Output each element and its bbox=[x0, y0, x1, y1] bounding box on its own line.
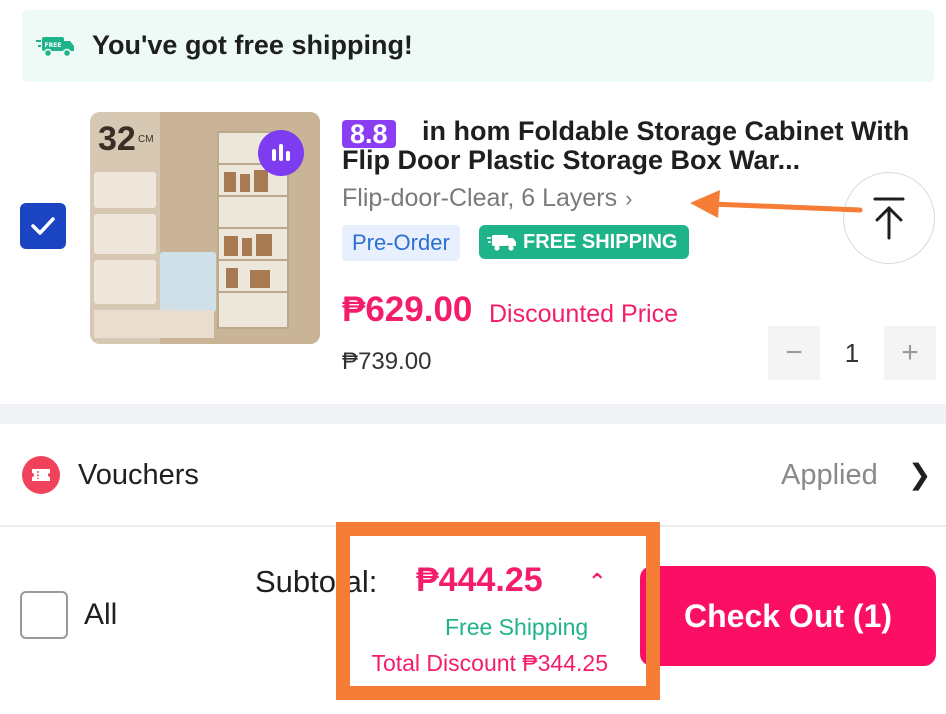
quantity-stepper: − 1 + bbox=[768, 326, 936, 380]
voucher-ticket-icon bbox=[22, 456, 60, 494]
truck-icon bbox=[487, 235, 516, 251]
product-title[interactable]: in hom Foldable Storage Cabinet With Fli… bbox=[342, 117, 932, 175]
checkout-button[interactable]: Check Out (1) bbox=[640, 566, 936, 666]
quantity-value[interactable]: 1 bbox=[820, 326, 884, 380]
section-divider bbox=[0, 404, 946, 424]
truck-icon-text: FREE bbox=[45, 42, 62, 49]
select-all-label[interactable]: All bbox=[84, 598, 117, 632]
increment-button[interactable]: + bbox=[884, 326, 936, 380]
free-shipping-banner: FREE You've got free shipping! bbox=[22, 10, 934, 82]
item-checkbox[interactable] bbox=[20, 203, 66, 249]
free-shipping-truck-icon: FREE bbox=[36, 37, 74, 58]
variant-selector[interactable]: Flip-door-Clear, 6 Layers › bbox=[342, 184, 632, 213]
chevron-right-icon[interactable]: ❯ bbox=[908, 458, 931, 491]
check-icon bbox=[31, 217, 55, 235]
free-shipping-tag: FREE SHIPPING bbox=[479, 225, 690, 259]
vouchers-label[interactable]: Vouchers bbox=[78, 459, 199, 492]
free-shipping-tag-label: FREE SHIPPING bbox=[523, 231, 678, 253]
arrow-up-to-top-icon bbox=[873, 197, 905, 240]
original-price: ₱739.00 bbox=[342, 348, 432, 375]
discounted-price: ₱629.00 bbox=[342, 290, 473, 329]
product-title-text: in hom Foldable Storage Cabinet With Fli… bbox=[342, 116, 910, 175]
thumbnail-unit-text: CM bbox=[138, 134, 154, 145]
decrement-button[interactable]: − bbox=[768, 326, 820, 380]
preorder-tag: Pre-Order bbox=[342, 225, 460, 261]
chevron-right-icon: › bbox=[625, 185, 633, 211]
thumbnail-size-text: 32 bbox=[98, 120, 136, 158]
select-all-checkbox[interactable] bbox=[20, 591, 68, 639]
discounted-price-label: Discounted Price bbox=[489, 300, 678, 328]
annotation-arrow bbox=[690, 190, 863, 218]
product-thumbnail[interactable]: 32 CM bbox=[90, 112, 320, 344]
free-shipping-message: You've got free shipping! bbox=[92, 30, 413, 60]
annotation-highlight-box bbox=[336, 522, 660, 700]
vouchers-status[interactable]: Applied bbox=[781, 459, 878, 492]
video-bars-badge-icon bbox=[258, 130, 304, 176]
variant-text: Flip-door-Clear, 6 Layers bbox=[342, 184, 618, 212]
